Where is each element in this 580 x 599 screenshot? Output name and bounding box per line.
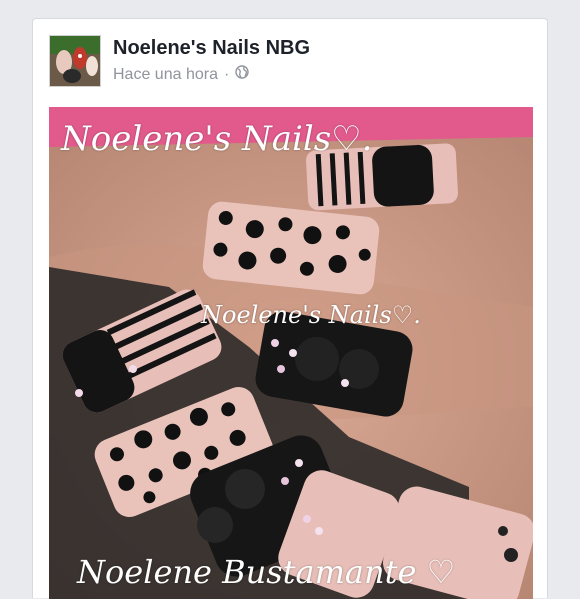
page-name[interactable]: Noelene's Nails NBG xyxy=(113,37,310,60)
post-timestamp[interactable]: Hace una hora xyxy=(113,66,218,84)
watermark-bottom: Noelene Bustamante ♡ xyxy=(77,553,456,591)
separator-dot: · xyxy=(223,65,230,83)
watermark-middle: Noelene's Nails♡. xyxy=(201,301,421,329)
post-card: Noelene's Nails NBG Hace una hora · Noel… xyxy=(32,18,548,599)
watermark-top: Noelene's Nails♡. xyxy=(61,119,373,159)
post-meta: Hace una hora · xyxy=(113,65,249,84)
post-photo[interactable]: Noelene's Nails♡. Noelene's Nails♡. Noel… xyxy=(49,107,533,599)
page-avatar[interactable] xyxy=(49,35,101,87)
globe-icon[interactable] xyxy=(235,65,249,84)
